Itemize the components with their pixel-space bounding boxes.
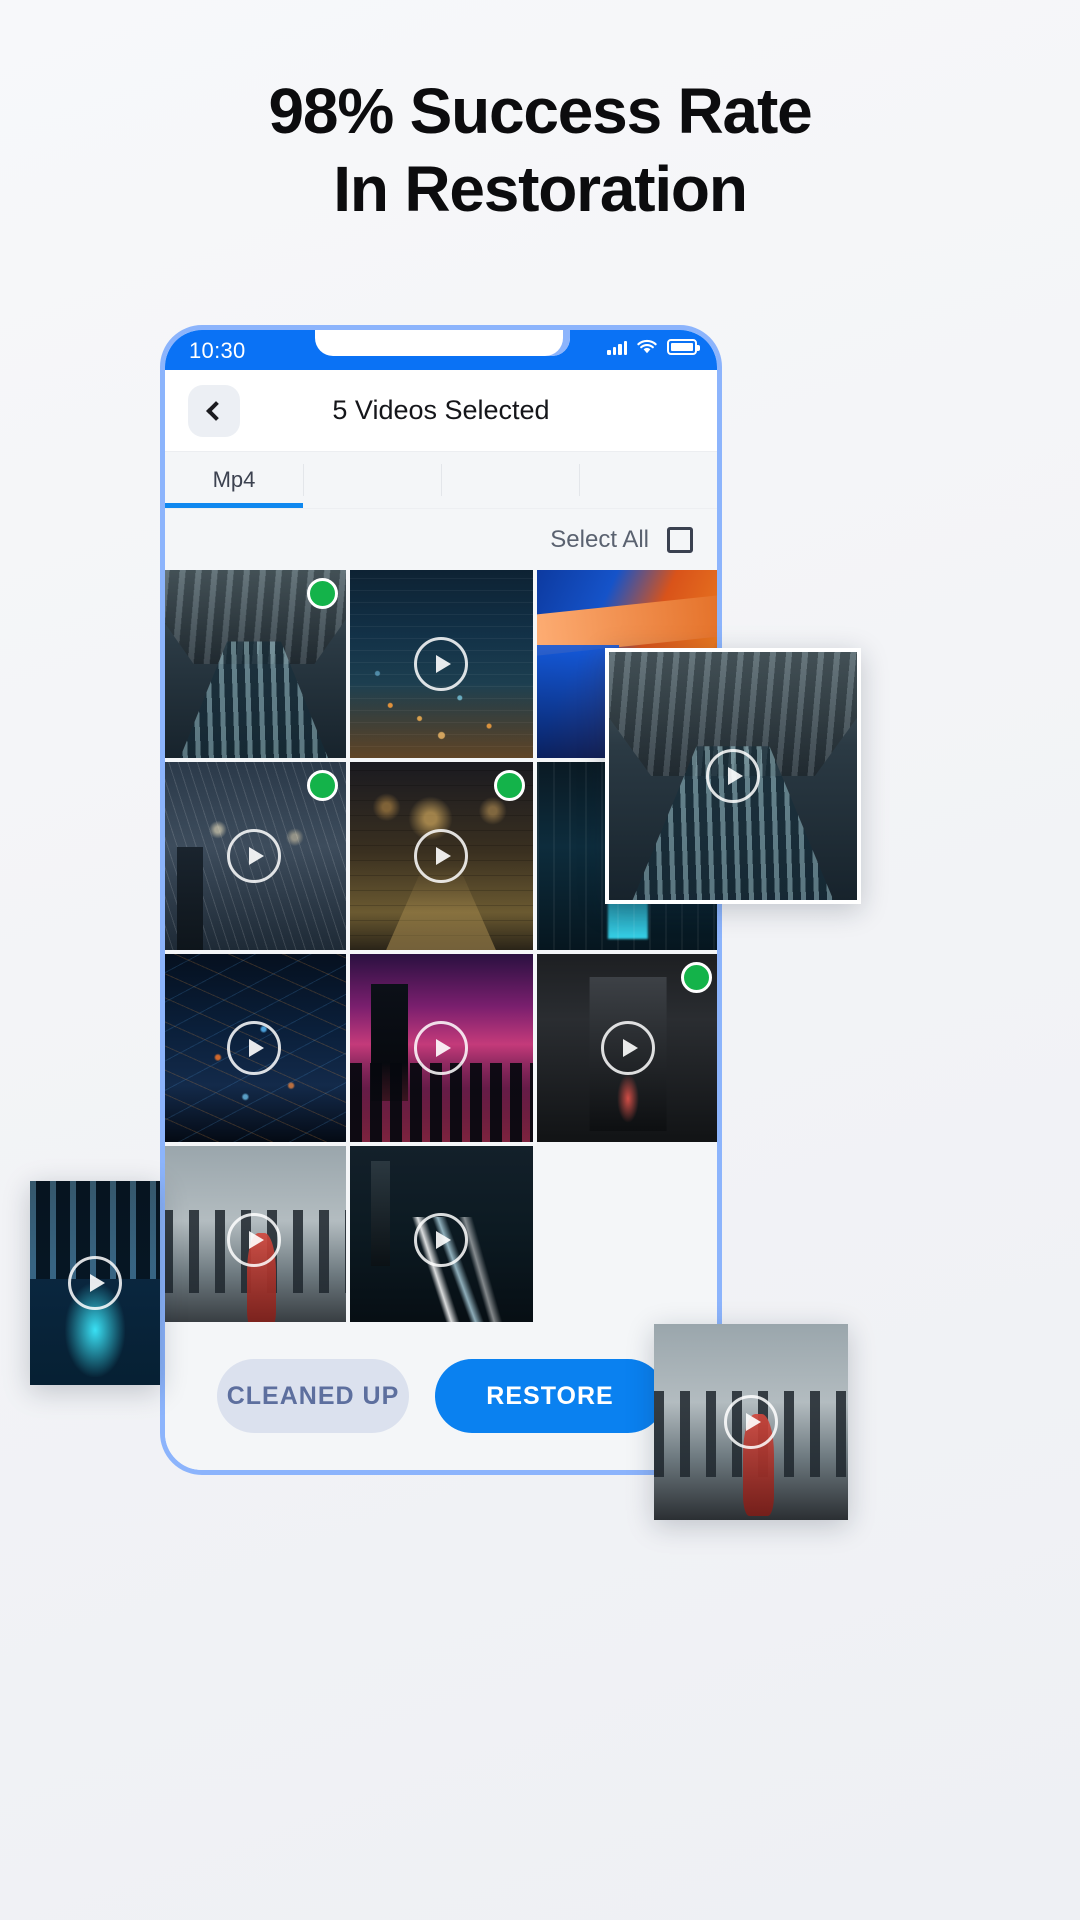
- battery-icon: [667, 339, 700, 355]
- app-bar: 5 Videos Selected: [165, 370, 717, 452]
- check-circle-icon[interactable]: [306, 770, 338, 801]
- play-circle-icon: [68, 1256, 122, 1310]
- blue-aerial-city-video[interactable]: [165, 954, 346, 1142]
- back-chevron-icon: [206, 400, 226, 421]
- play-circle-icon: [414, 829, 468, 883]
- floating-glass-corridor-preview[interactable]: [605, 648, 861, 904]
- tab-label: Mp4: [212, 467, 256, 492]
- play-circle-icon: [724, 1395, 778, 1449]
- city-street-night-video[interactable]: [349, 762, 533, 950]
- light-trails-video[interactable]: [349, 1146, 533, 1334]
- tab-mp4[interactable]: Mp4: [165, 452, 303, 508]
- play-circle-icon: [601, 1021, 655, 1075]
- tab-slot-2[interactable]: [303, 452, 441, 508]
- play-circle-icon: [227, 1213, 281, 1267]
- play-circle-icon: [414, 1021, 468, 1075]
- status-time: 10:30: [189, 338, 246, 363]
- check-circle-icon[interactable]: [680, 962, 712, 993]
- night-city-aerial-video[interactable]: [349, 570, 533, 758]
- tab-slot-4[interactable]: [579, 452, 717, 508]
- snowy-street-video[interactable]: [165, 762, 346, 950]
- status-bar: 10:30: [165, 330, 717, 370]
- check-circle-icon[interactable]: [493, 770, 525, 801]
- promo-screenshot: 98% Success Rate In Restoration 10:30 5 …: [0, 0, 1080, 1920]
- signal-bars-icon: [607, 339, 627, 355]
- play-circle-icon: [227, 1021, 281, 1075]
- glass-corridor-video[interactable]: [165, 570, 346, 758]
- wifi-icon: [637, 339, 657, 354]
- restore-button[interactable]: RESTORE: [435, 1359, 665, 1433]
- restore-label: RESTORE: [486, 1381, 614, 1410]
- cleaned-up-label: CLEANED UP: [226, 1381, 400, 1410]
- play-circle-icon: [414, 1213, 468, 1267]
- display-notch: [315, 330, 570, 356]
- select-all-row[interactable]: Select All: [165, 508, 717, 570]
- headline-line-1: 98% Success Rate: [268, 75, 813, 147]
- format-tab-bar: Mp4: [165, 452, 717, 508]
- back-button[interactable]: [188, 384, 240, 437]
- play-circle-icon: [706, 749, 760, 803]
- app-bar-title: 5 Videos Selected: [332, 395, 550, 425]
- page-title: 98% Success Rate In Restoration: [0, 72, 1080, 228]
- play-circle-icon: [227, 829, 281, 883]
- cleaned-up-button[interactable]: CLEANED UP: [217, 1359, 409, 1433]
- headline-line-2: In Restoration: [333, 153, 748, 226]
- floating-neon-city-preview[interactable]: [30, 1181, 160, 1385]
- check-circle-icon[interactable]: [306, 578, 338, 609]
- bottom-action-bar: CLEANED UP RESTORE: [165, 1322, 717, 1470]
- pink-skyline-video[interactable]: [349, 954, 533, 1142]
- checkbox-unchecked-icon[interactable]: [667, 526, 693, 553]
- play-circle-icon: [414, 637, 468, 691]
- status-icons: [607, 339, 700, 355]
- select-all-label: Select All: [550, 525, 649, 553]
- woman-skyline-video[interactable]: [165, 1146, 346, 1334]
- tab-slot-3[interactable]: [441, 452, 579, 508]
- dark-alley-video[interactable]: [536, 954, 717, 1142]
- floating-woman-skyline-preview[interactable]: [654, 1324, 848, 1520]
